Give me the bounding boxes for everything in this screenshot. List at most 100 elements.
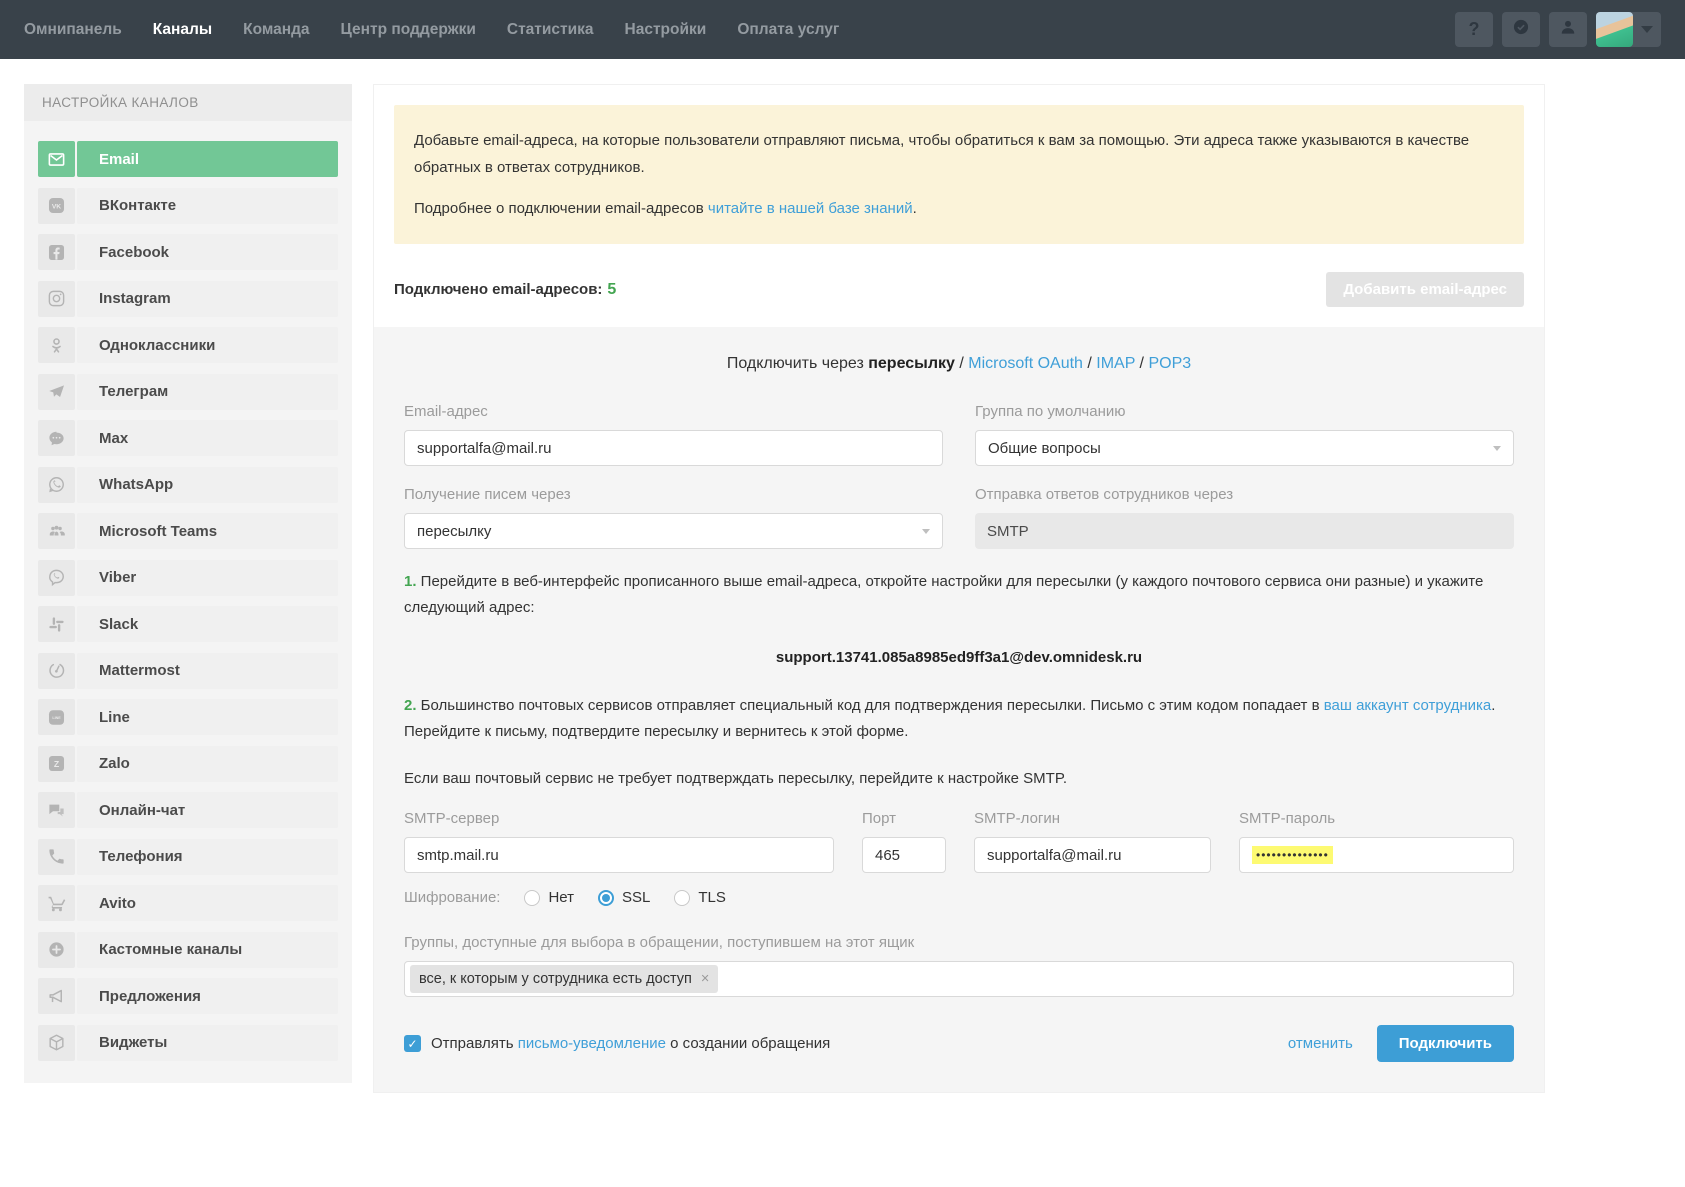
sidebar-item-label: Line [77, 699, 338, 735]
receive-via-select[interactable]: пересылку [404, 513, 943, 549]
sidebar-item-label: Facebook [77, 234, 338, 270]
sidebar-item-line[interactable]: LINE Line [38, 699, 338, 735]
nav-item-statistics[interactable]: Статистика [507, 21, 594, 39]
staff-account-link[interactable]: ваш аккаунт сотрудника [1324, 697, 1492, 714]
nav-item-settings[interactable]: Настройки [625, 21, 707, 39]
smtp-login-field[interactable] [974, 837, 1211, 873]
email-address-label: Email-адрес [404, 403, 943, 420]
top-actions: ? [1455, 12, 1661, 47]
widget-icon [38, 1025, 75, 1061]
sidebar-item-max[interactable]: Max [38, 420, 338, 456]
smtp-login-label: SMTP-логин [974, 810, 1211, 827]
notify-checkbox[interactable]: ✓ [404, 1035, 421, 1052]
top-bar: Омнипанель Каналы Команда Центр поддержк… [0, 0, 1685, 59]
smtp-port-field[interactable] [862, 837, 946, 873]
nav-item-channels[interactable]: Каналы [153, 21, 212, 39]
sidebar-item-email[interactable]: Email [38, 141, 338, 177]
sidebar-item-offers[interactable]: Предложения [38, 978, 338, 1014]
groups-tag-input[interactable]: все, к которым у сотрудника есть доступ … [404, 961, 1514, 997]
profile-button[interactable] [1549, 12, 1587, 47]
sidebar-item-telephony[interactable]: Телефония [38, 839, 338, 875]
groups-label: Группы, доступные для выбора в обращении… [404, 934, 1514, 951]
encryption-radio-none[interactable]: Нет [524, 889, 574, 906]
help-button[interactable]: ? [1455, 12, 1493, 47]
channels-sidebar: НАСТРОЙКА КАНАЛОВ Email VK ВКонтакте Fac… [24, 84, 352, 1083]
email-settings-card: Добавьте email-адреса, на которые пользо… [373, 84, 1545, 1093]
nav-item-omnipanel[interactable]: Омнипанель [24, 21, 122, 39]
smtp-server-field[interactable] [404, 837, 834, 873]
nav-item-support-center[interactable]: Центр поддержки [341, 21, 476, 39]
sidebar-item-custom-channels[interactable]: Кастомные каналы [38, 932, 338, 968]
facebook-icon [38, 234, 75, 270]
tab-microsoft-oauth[interactable]: Microsoft OAuth [968, 355, 1083, 372]
encryption-row: Шифрование: Нет SSL TLS [404, 889, 1514, 906]
default-group-label: Группа по умолчанию [975, 403, 1514, 420]
sidebar-item-label: Онлайн-чат [77, 792, 338, 828]
send-via-readonly: SMTP [975, 513, 1514, 549]
smtp-note: Если ваш почтовый сервис не требует подт… [404, 770, 1514, 787]
default-group-value: Общие вопросы [988, 440, 1101, 457]
badge-button[interactable] [1502, 12, 1540, 47]
sidebar-item-mattermost[interactable]: Mattermost [38, 653, 338, 689]
sidebar-item-slack[interactable]: Slack [38, 606, 338, 642]
email-address-field[interactable] [404, 430, 943, 466]
connect-button[interactable]: Подключить [1377, 1025, 1514, 1062]
sidebar-item-avito[interactable]: Avito [38, 885, 338, 921]
notify-checkbox-label: Отправлять письмо-уведомление о создании… [431, 1035, 830, 1052]
connected-row: Подключено email-адресов: 5 Добавить ema… [374, 264, 1544, 327]
encryption-radio-ssl[interactable]: SSL [598, 889, 650, 906]
cancel-link[interactable]: отменить [1288, 1035, 1353, 1052]
nav-item-team[interactable]: Команда [243, 21, 309, 39]
whatsapp-icon [38, 467, 75, 503]
sidebar-item-facebook[interactable]: Facebook [38, 234, 338, 270]
chevron-down-icon [1493, 446, 1501, 451]
smtp-password-field[interactable]: •••••••••••••• [1239, 837, 1514, 873]
sidebar-item-instagram[interactable]: Instagram [38, 281, 338, 317]
sidebar-item-telegram[interactable]: Телеграм [38, 374, 338, 410]
tab-imap[interactable]: IMAP [1096, 355, 1135, 372]
sidebar-item-online-chat[interactable]: Онлайн-чат [38, 792, 338, 828]
vk-icon: VK [38, 188, 75, 224]
receive-via-label: Получение писем через [404, 486, 943, 503]
mattermost-icon [38, 653, 75, 689]
line-icon: LINE [38, 699, 75, 735]
step-1-text: 1. Перейдите в веб-интерфейс прописанног… [404, 569, 1514, 622]
sidebar-item-whatsapp[interactable]: WhatsApp [38, 467, 338, 503]
odnoklassniki-icon [38, 327, 75, 363]
connected-count-value: 5 [607, 281, 616, 299]
default-group-select[interactable]: Общие вопросы [975, 430, 1514, 466]
sidebar-item-vkontakte[interactable]: VK ВКонтакте [38, 188, 338, 224]
sidebar-item-microsoft-teams[interactable]: Microsoft Teams [38, 513, 338, 549]
help-icon: ? [1469, 19, 1480, 40]
smtp-password-value: •••••••••••••• [1252, 846, 1333, 864]
instagram-icon [38, 281, 75, 317]
sidebar-item-odnoklassniki[interactable]: Одноклассники [38, 327, 338, 363]
sidebar-item-label: Zalo [77, 746, 338, 782]
tab-pop3[interactable]: POP3 [1148, 355, 1191, 372]
send-via-label: Отправка ответов сотрудников через [975, 486, 1514, 503]
notify-text-pre: Отправлять [431, 1035, 518, 1052]
slack-icon [38, 606, 75, 642]
sidebar-item-zalo[interactable]: Z Zalo [38, 746, 338, 782]
notice-more-text: Подробнее о подключении email-адресов [414, 200, 708, 217]
chevron-down-icon [922, 529, 930, 534]
sidebar-item-label: Одноклассники [77, 327, 338, 363]
add-email-button[interactable]: Добавить email-адрес [1326, 272, 1524, 307]
zalo-icon: Z [38, 746, 75, 782]
knowledge-base-link[interactable]: читайте в нашей базе знаний [708, 200, 913, 217]
smtp-port-label: Порт [862, 810, 946, 827]
nav-item-billing[interactable]: Оплата услуг [737, 21, 839, 39]
account-menu[interactable] [1596, 12, 1661, 47]
sidebar-item-widgets[interactable]: Виджеты [38, 1025, 338, 1061]
notification-letter-link[interactable]: письмо-уведомление [518, 1035, 666, 1052]
encryption-radio-tls[interactable]: TLS [674, 889, 726, 906]
sidebar-item-viber[interactable]: Viber [38, 560, 338, 596]
telegram-icon [38, 374, 75, 410]
radio-icon [598, 890, 614, 906]
notice-period: . [913, 200, 917, 217]
cart-icon [38, 885, 75, 921]
tab-separator: / [1083, 355, 1096, 372]
chevron-down-icon [1641, 26, 1653, 33]
remove-tag-icon[interactable]: × [701, 971, 709, 987]
radio-icon [674, 890, 690, 906]
